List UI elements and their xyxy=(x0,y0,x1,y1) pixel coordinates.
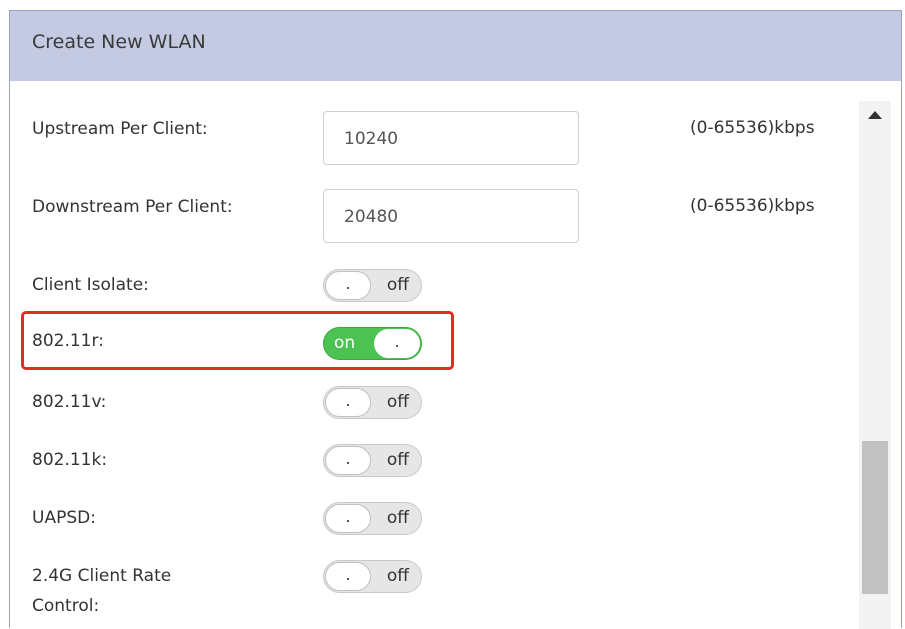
dialog-title: Create New WLAN xyxy=(32,31,206,53)
upstream-input[interactable]: 10240 xyxy=(323,111,579,165)
dialog-titlebar: Create New WLAN xyxy=(10,11,901,81)
downstream-unit: (0-65536)kbps xyxy=(690,196,815,216)
toggle-knob: . xyxy=(325,504,371,533)
toggle-state-label: off xyxy=(386,275,409,295)
rate-control-label-line1: 2.4G Client Rate xyxy=(32,566,172,586)
vertical-scrollbar[interactable] xyxy=(859,101,891,629)
rate-control-toggle[interactable]: . off xyxy=(323,560,422,593)
create-wlan-dialog: Create New WLAN Upstream Per Client: 102… xyxy=(9,10,902,629)
client-isolate-label: Client Isolate: xyxy=(32,275,149,295)
scroll-up-icon[interactable] xyxy=(868,111,882,119)
toggle-state-label: off xyxy=(386,392,409,412)
upstream-unit: (0-65536)kbps xyxy=(690,118,815,138)
80211v-toggle[interactable]: . off xyxy=(323,386,422,419)
scroll-thumb[interactable] xyxy=(862,441,888,594)
downstream-label: Downstream Per Client: xyxy=(32,197,233,217)
toggle-state-label: off xyxy=(386,508,409,528)
80211r-label: 802.11r: xyxy=(32,331,104,351)
80211k-label: 802.11k: xyxy=(32,450,108,470)
toggle-state-label: off xyxy=(386,566,409,586)
upstream-label: Upstream Per Client: xyxy=(32,119,208,139)
80211r-toggle[interactable]: on . xyxy=(323,327,422,360)
toggle-knob: . xyxy=(325,388,371,417)
toggle-knob: . xyxy=(325,271,371,300)
80211v-label: 802.11v: xyxy=(32,392,107,412)
toggle-state-label: off xyxy=(386,450,409,470)
downstream-input[interactable]: 20480 xyxy=(323,189,579,243)
uapsd-label: UAPSD: xyxy=(32,508,96,528)
toggle-knob: . xyxy=(374,329,420,358)
rate-control-label-line2: Control: xyxy=(32,596,100,616)
toggle-knob: . xyxy=(325,562,371,591)
client-isolate-toggle[interactable]: . off xyxy=(323,269,422,302)
toggle-knob: . xyxy=(325,446,371,475)
80211k-toggle[interactable]: . off xyxy=(323,444,422,477)
toggle-state-label: on xyxy=(334,333,356,353)
uapsd-toggle[interactable]: . off xyxy=(323,502,422,535)
